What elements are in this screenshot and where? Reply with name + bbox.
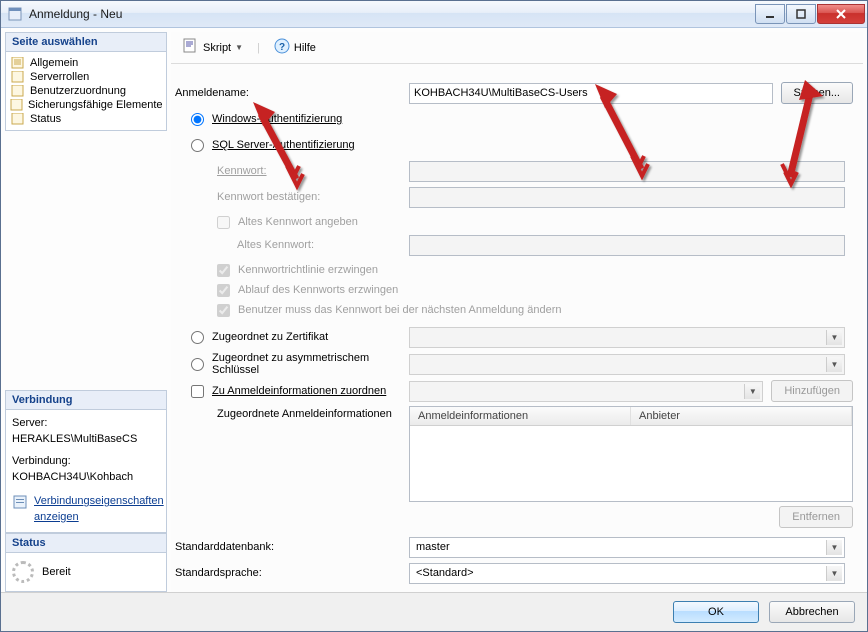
server-label: Server: [12, 416, 160, 432]
page-icon [10, 57, 26, 69]
remove-button: Entfernen [779, 506, 853, 528]
password-confirm-label: Kennwort bestätigen: [175, 191, 401, 203]
windows-auth-radio[interactable] [191, 113, 204, 126]
sidebar-header: Seite auswählen [5, 32, 167, 52]
ok-button[interactable]: OK [673, 601, 759, 623]
chevron-down-icon[interactable]: ▼ [826, 566, 842, 581]
creds-combo: ▼ [409, 381, 763, 402]
page-icon [10, 85, 26, 97]
old-password-checkbox [217, 216, 230, 229]
mapped-creds-table: Anmeldeinformationen Anbieter [409, 406, 853, 502]
maximize-button[interactable] [786, 4, 816, 24]
sidebar-item-benutzerzuordnung[interactable]: Benutzerzuordnung [8, 84, 164, 98]
sidebar-item-allgemein[interactable]: Allgemein [8, 56, 164, 70]
mustchange-checkbox [217, 304, 230, 317]
mapped-asym-radio[interactable] [191, 358, 204, 371]
map-creds-label: Zu Anmeldeinformationen zuordnen [212, 385, 386, 397]
sql-auth-radio[interactable] [191, 139, 204, 152]
script-dropdown[interactable]: Skript ▼ [179, 36, 247, 59]
search-button[interactable]: Suchen... [781, 82, 853, 104]
map-creds-checkbox[interactable] [191, 385, 204, 398]
old-password-chk-label: Altes Kennwort angeben [238, 216, 358, 228]
script-label: Skript [203, 42, 231, 54]
help-button[interactable]: ? Hilfe [270, 36, 320, 59]
windows-auth-radio-row: Windows-Authentifizierung [175, 113, 401, 126]
page-icon [10, 99, 24, 111]
status-spinner-icon [12, 561, 34, 583]
sidebar-item-sicherungsfaehige[interactable]: Sicherungsfähige Elemente [8, 98, 164, 112]
connection-label: Verbindung: [12, 454, 160, 470]
password-input [409, 161, 845, 182]
old-password-label: Altes Kennwort: [175, 239, 401, 251]
minimize-button[interactable] [755, 4, 785, 24]
chevron-down-icon: ▼ [235, 43, 243, 52]
mapped-asym-label: Zugeordnet zu asymmetrischem Schlüssel [212, 352, 401, 376]
cancel-button[interactable]: Abbrechen [769, 601, 855, 623]
sidebar-item-label: Status [30, 113, 61, 125]
asym-combo: ▼ [409, 354, 845, 375]
sidebar-item-label: Sicherungsfähige Elemente [28, 99, 163, 111]
close-button[interactable] [817, 4, 865, 24]
policy-label: Kennwortrichtlinie erzwingen [238, 264, 378, 276]
expire-checkbox [217, 284, 230, 297]
sql-auth-radio-row: SQL Server-Authentifizierung [175, 139, 401, 152]
add-button: Hinzufügen [771, 380, 853, 402]
status-header: Status [5, 533, 167, 553]
help-icon: ? [274, 38, 290, 57]
default-db-value: master [416, 541, 450, 553]
login-name-input[interactable] [409, 83, 773, 104]
default-lang-combo[interactable]: <Standard> ▼ [409, 563, 845, 584]
mapped-cert-radio[interactable] [191, 331, 204, 344]
chevron-down-icon: ▼ [826, 330, 842, 345]
cert-combo: ▼ [409, 327, 845, 348]
policy-checkbox [217, 264, 230, 277]
password-confirm-input [409, 187, 845, 208]
sidebar-item-status[interactable]: Status [8, 112, 164, 126]
mapped-creds-label: Zugeordnete Anmeldeinformationen [175, 406, 401, 420]
page-icon [10, 113, 26, 125]
window-title: Anmeldung - Neu [29, 7, 755, 21]
connection-value: KOHBACH34U\Kohbach [12, 470, 160, 486]
server-value: HERAKLES\MultiBaseCS [12, 432, 160, 448]
svg-text:?: ? [279, 42, 285, 53]
script-icon [183, 38, 199, 57]
windows-auth-label: Windows-Authentifizierung [212, 113, 342, 125]
sidebar-item-serverrollen[interactable]: Serverrollen [8, 70, 164, 84]
page-icon [10, 71, 26, 83]
default-lang-label: Standardsprache: [175, 567, 401, 579]
chevron-down-icon: ▼ [826, 357, 842, 372]
connection-properties-link[interactable]: Verbindungseigenschaften anzeigen [34, 494, 164, 526]
chevron-down-icon[interactable]: ▼ [826, 540, 842, 555]
status-text: Bereit [42, 566, 71, 578]
password-label: Kennwort: [175, 165, 401, 177]
old-password-input [409, 235, 845, 256]
mustchange-label: Benutzer muss das Kennwort bei der nächs… [238, 304, 561, 316]
app-icon [7, 6, 23, 22]
sidebar-item-label: Allgemein [30, 57, 78, 69]
connection-header: Verbindung [5, 390, 167, 410]
chevron-down-icon: ▼ [744, 384, 760, 399]
login-name-label: Anmeldename: [175, 87, 401, 99]
titlebar: Anmeldung - Neu [1, 1, 867, 28]
col-cred: Anmeldeinformationen [410, 407, 631, 425]
default-lang-value: <Standard> [416, 567, 474, 579]
sidebar-item-label: Benutzerzuordnung [30, 85, 126, 97]
sql-auth-label: SQL Server-Authentifizierung [212, 139, 355, 151]
default-db-label: Standarddatenbank: [175, 541, 401, 553]
sidebar-item-label: Serverrollen [30, 71, 89, 83]
mapped-cert-label: Zugeordnet zu Zertifikat [212, 331, 328, 343]
expire-label: Ablauf des Kennworts erzwingen [238, 284, 398, 296]
help-label: Hilfe [294, 42, 316, 54]
properties-icon [12, 494, 28, 516]
default-db-combo[interactable]: master ▼ [409, 537, 845, 558]
col-provider: Anbieter [631, 407, 852, 425]
